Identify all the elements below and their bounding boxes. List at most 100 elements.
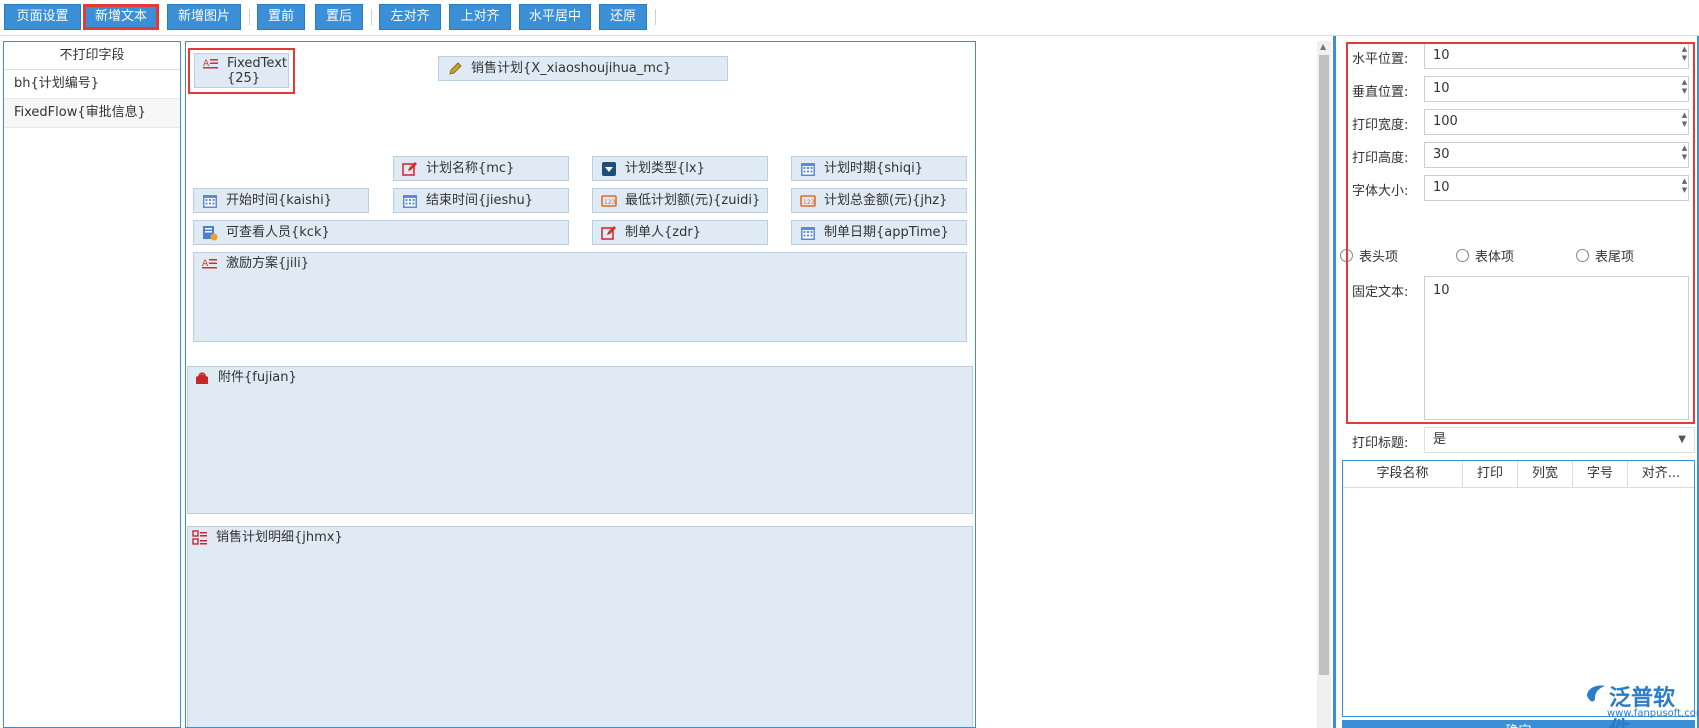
field-label: 激励方案{jili} [226,256,309,271]
fixed-text-textarea[interactable]: 10 [1424,276,1689,420]
add-image-button[interactable]: 新增图片 [167,4,241,30]
calendar-icon [202,193,218,209]
field-label: 开始时间{kaishi} [226,193,333,208]
send-back-button[interactable]: 置后 [315,4,363,30]
field-incentive-plan[interactable]: A 激励方案{jili} [193,252,967,342]
field-plan-type[interactable]: 计划类型{lx} [592,156,768,181]
attachment-icon [194,370,210,386]
list-item[interactable]: FixedFlow{审批信息} [4,99,180,128]
svg-text:123: 123 [803,199,815,206]
scroll-thumb[interactable] [1319,55,1329,675]
field-total-amount[interactable]: 123 计划总金额(元){jhz} [791,188,967,213]
grid-header: 字段名称 打印 列宽 字号 对齐... [1343,461,1694,488]
bring-front-button[interactable]: 置前 [257,4,305,30]
toolbar-separator [371,9,372,25]
spinner-icon[interactable]: ▲ ▼ [1676,78,1693,96]
number-icon: 123 [601,193,617,209]
non-print-fields-title: 不打印字段 [4,42,180,70]
field-label: 制单日期{appTime} [824,225,949,240]
fixed-text-label: FixedText{25} [227,56,287,86]
field-end-time[interactable]: 结束时间{jieshu} [393,188,569,213]
align-top-button[interactable]: 上对齐 [449,4,511,30]
user-select-icon [202,225,218,241]
fixed-text-field[interactable]: A FixedText{25} [194,53,289,88]
radio-body-item[interactable]: 表体项 [1456,246,1514,265]
radio-header-item[interactable]: 表头项 [1340,246,1398,265]
print-height-label: 打印高度: [1352,151,1409,166]
spinner-icon[interactable]: ▲ ▼ [1676,177,1693,195]
field-label: 计划时期{shiqi} [824,161,924,176]
v-position-input[interactable]: 10 [1424,76,1689,102]
field-sales-plan-title[interactable]: 销售计划{X_xiaoshoujihua_mc} [438,56,728,81]
number-icon: 123 [800,193,816,209]
h-position-input[interactable]: 10 [1424,43,1689,69]
radio-label: 表尾项 [1595,250,1635,265]
edit-icon [402,161,418,177]
field-viewers[interactable]: 可查看人员{kck} [193,220,569,245]
toolbar-separator [655,9,656,25]
print-title-label: 打印标题: [1352,436,1409,451]
field-attachment[interactable]: 附件{fujian} [187,366,973,514]
field-label: 可查看人员{kck} [226,225,330,240]
calendar-icon [800,161,816,177]
field-sales-detail-table[interactable]: 销售计划明细{jhmx} [187,526,973,727]
restore-button[interactable]: 还原 [599,4,647,30]
grid-col-align[interactable]: 对齐... [1628,461,1694,487]
field-start-time[interactable]: 开始时间{kaishi} [193,188,369,213]
prop-row-font-size: 字体大小: 10 ▲ ▼ [1336,174,1699,202]
toolbar-separator [249,9,250,25]
prop-row-print-height: 打印高度: 30 ▲ ▼ [1336,141,1699,169]
print-width-label: 打印宽度: [1352,118,1409,133]
prop-row-print-title: 打印标题: 是 ▼ [1336,426,1699,454]
field-label: 计划名称{mc} [426,161,515,176]
spinner-icon[interactable]: ▲ ▼ [1676,45,1693,63]
grid-col-width[interactable]: 列宽 [1518,461,1573,487]
center-horizontal-button[interactable]: 水平居中 [519,4,591,30]
grid-col-field-name[interactable]: 字段名称 [1343,461,1463,487]
calendar-icon [402,193,418,209]
calendar-icon [800,225,816,241]
field-creator[interactable]: 制单人{zdr} [592,220,768,245]
pencil-icon [447,61,463,77]
field-plan-name[interactable]: 计划名称{mc} [393,156,569,181]
field-plan-period[interactable]: 计划时期{shiqi} [791,156,967,181]
field-label: 制单人{zdr} [625,225,701,240]
confirm-button[interactable]: 确定 [1342,720,1695,728]
svg-text:123: 123 [604,199,616,206]
list-item[interactable]: bh{计划编号} [4,70,180,99]
spinner-icon[interactable]: ▲ ▼ [1676,144,1693,162]
radio-label: 表体项 [1475,250,1515,265]
radio-icon [1340,249,1353,262]
spinner-icon[interactable]: ▲ ▼ [1676,111,1693,129]
radio-label: 表头项 [1359,250,1399,265]
print-width-input[interactable]: 100 [1424,109,1689,135]
canvas-scrollbar[interactable]: ▲ [1317,41,1331,728]
font-size-input[interactable]: 10 [1424,175,1689,201]
radio-footer-item[interactable]: 表尾项 [1576,246,1634,265]
section-radio-group: 表头项 表体项 表尾项 [1336,243,1699,265]
edit-icon [601,225,617,241]
page-settings-button[interactable]: 页面设置 [4,4,81,30]
field-min-amount[interactable]: 123 最低计划额(元){zuidi} [592,188,768,213]
print-layout-canvas[interactable]: A FixedText{25} 销售计划{X_xiaoshoujihua_mc}… [185,41,976,728]
grid-col-font-size[interactable]: 字号 [1573,461,1628,487]
grid-col-print[interactable]: 打印 [1463,461,1518,487]
field-label: 附件{fujian} [218,370,297,385]
add-text-button[interactable]: 新增文本 [83,4,159,30]
field-create-date[interactable]: 制单日期{appTime} [791,220,967,245]
field-label: 最低计划额(元){zuidi} [625,193,761,208]
align-left-button[interactable]: 左对齐 [379,4,441,30]
field-label: 销售计划明细{jhmx} [216,530,343,545]
print-title-select[interactable]: 是 ▼ [1424,427,1695,453]
prop-row-v-position: 垂直位置: 10 ▲ ▼ [1336,75,1699,103]
table-list-icon [192,530,208,546]
text-block-icon: A [203,56,219,72]
print-height-input[interactable]: 30 [1424,142,1689,168]
non-print-fields-panel: 不打印字段 bh{计划编号} FixedFlow{审批信息} [3,41,181,728]
print-title-value: 是 [1433,432,1447,447]
fixed-text-label: 固定文本: [1352,285,1409,300]
font-size-label: 字体大小: [1352,184,1409,199]
dropdown-icon [601,161,617,177]
h-position-label: 水平位置: [1352,52,1409,67]
scroll-up-icon[interactable]: ▲ [1320,43,1326,51]
